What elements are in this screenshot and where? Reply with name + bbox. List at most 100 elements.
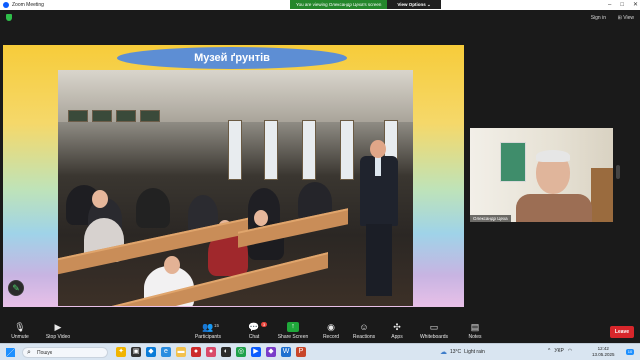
notes-label: Notes — [468, 334, 482, 340]
photo-lecturer — [356, 140, 400, 300]
unmute-label: Unmute — [11, 334, 29, 340]
widgets-icon[interactable]: ✦ — [116, 347, 126, 357]
photo-window — [228, 120, 242, 180]
view-button[interactable]: ⊞ View — [618, 15, 634, 21]
copilot-icon[interactable]: ◆ — [146, 347, 156, 357]
weather-description: Light rain — [464, 349, 485, 355]
word-icon[interactable]: W — [281, 347, 291, 357]
chat-button[interactable]: 💬 3 Chat — [234, 322, 274, 340]
app-icon[interactable]: ◆ — [266, 347, 276, 357]
maximize-button[interactable]: □ — [620, 1, 624, 9]
language-indicator[interactable]: УКР — [554, 348, 563, 354]
video-camera-icon: ▶ — [54, 322, 62, 332]
participant-torso — [516, 194, 592, 222]
photo-wall-panel — [92, 110, 112, 122]
photo-student-head — [164, 256, 180, 274]
rain-cloud-icon: ☁ — [440, 349, 447, 356]
slide-title: Музей ґрунтів — [117, 47, 347, 69]
lecturer-head — [370, 140, 386, 158]
photo-wall-panel — [140, 110, 160, 122]
zoom-logo-icon — [3, 2, 9, 8]
meeting-toolbar: 🎙 Unmute ▶ Stop Video 👥 15 Participants … — [0, 319, 640, 343]
chat-unread-badge: 3 — [261, 322, 268, 327]
stop-video-button[interactable]: ▶ Stop Video — [38, 322, 78, 340]
participant-hair — [536, 150, 570, 162]
notes-icon: ▤ — [470, 322, 480, 332]
app-icon[interactable]: ● — [206, 347, 216, 357]
search-placeholder: Пошук — [37, 350, 53, 356]
shared-screen: Музей ґрунтів — [3, 45, 464, 307]
whiteboards-label: Whiteboards — [419, 334, 449, 340]
minimize-button[interactable]: – — [608, 1, 611, 9]
window-title: Zoom Meeting — [12, 2, 44, 8]
app-icon[interactable]: ● — [191, 347, 201, 357]
annotate-pencil-icon[interactable]: ✎ — [8, 280, 24, 296]
shield-icon[interactable] — [6, 14, 12, 21]
participant-video[interactable]: Олександр Цеха — [470, 128, 613, 222]
sign-in-link[interactable]: Sign in — [591, 15, 606, 21]
participant-name-tag: Олександр Цеха — [470, 215, 511, 222]
apps-button[interactable]: ✣ Apps — [377, 322, 417, 340]
file-explorer-icon[interactable]: ▬ — [176, 347, 186, 357]
apps-label: Apps — [391, 334, 403, 340]
participants-label: Participants — [194, 334, 222, 340]
chat-bubble-icon: 💬 — [248, 322, 260, 332]
search-icon: ⌕ — [27, 349, 31, 356]
task-view-icon[interactable]: ▣ — [131, 347, 141, 357]
windows-start-icon[interactable] — [6, 348, 15, 357]
share-screen-icon: ↑ — [287, 322, 299, 332]
apps-icon: ✣ — [393, 322, 401, 332]
video-wall-poster — [500, 142, 526, 182]
lecturer-shirt — [375, 156, 381, 176]
stop-video-label: Stop Video — [45, 334, 71, 340]
chat-label: Chat — [248, 334, 260, 340]
chrome-icon[interactable]: ◎ — [236, 347, 246, 357]
unmute-button[interactable]: 🎙 Unmute — [0, 322, 40, 340]
video-cabinet — [591, 168, 613, 222]
video-panel-handle[interactable] — [616, 165, 620, 179]
microphone-muted-icon: 🎙 — [14, 322, 26, 332]
photo-student-head — [254, 210, 268, 226]
leave-button[interactable]: Leave — [610, 326, 634, 338]
smiley-icon: ☺ — [359, 322, 369, 332]
participants-icon: 👥 — [202, 322, 214, 332]
taskbar-pinned-apps: ✦ ▣ ◆ e ▬ ● ● ◐ ◎ ▶ ◆ W P — [116, 347, 306, 357]
notifications-badge[interactable]: 10 — [626, 349, 634, 355]
close-button[interactable]: ✕ — [633, 1, 638, 9]
notes-button[interactable]: ▤ Notes — [455, 322, 495, 340]
view-banner: You are viewing Олександр Цеха's screen … — [290, 0, 441, 9]
photo-wall-panel — [116, 110, 136, 122]
participants-button[interactable]: 👥 15 Participants — [188, 322, 228, 340]
window-controls: – □ ✕ — [608, 1, 638, 9]
classroom-photo — [58, 70, 413, 306]
participants-count: 15 — [214, 323, 220, 328]
meeting-topbar: Sign in ⊞ View — [0, 10, 640, 26]
photo-student — [136, 188, 170, 228]
zoom-app-icon[interactable]: ▶ — [251, 347, 261, 357]
weather-widget[interactable]: ☁ 13°C Light rain — [440, 348, 485, 356]
view-options-button[interactable]: View Options ⌄ — [387, 0, 441, 9]
powerpoint-icon[interactable]: P — [296, 347, 306, 357]
weather-temperature: 13°C — [450, 349, 462, 355]
wifi-icon[interactable]: ◠ — [568, 348, 572, 354]
edge-browser-icon[interactable]: e — [161, 347, 171, 357]
photo-wall-panel — [68, 110, 88, 122]
photo-window — [340, 120, 354, 180]
photo-student-head — [92, 190, 108, 208]
photo-window — [264, 120, 278, 180]
record-icon: ◉ — [327, 322, 335, 332]
taskbar-search-box[interactable]: ⌕ Пошук — [22, 347, 108, 358]
whiteboard-icon: ▭ — [429, 322, 439, 332]
share-screen-label: Share Screen — [277, 334, 309, 340]
whiteboards-button[interactable]: ▭ Whiteboards — [414, 322, 454, 340]
taskbar-clock[interactable]: 12:42 13.05.2025 — [592, 346, 615, 358]
os-taskbar: ⌕ Пошук ✦ ▣ ◆ e ▬ ● ● ◐ ◎ ▶ ◆ W P ☁ 13°C… — [0, 343, 640, 360]
clock-date: 13.05.2025 — [592, 352, 615, 357]
system-tray: ^ УКР ◠ — [548, 348, 572, 354]
photo-window — [302, 120, 316, 180]
app-icon[interactable]: ◐ — [221, 347, 231, 357]
share-screen-button[interactable]: ↑ Share Screen — [273, 322, 313, 340]
lecturer-legs — [366, 224, 392, 296]
viewing-message: You are viewing Олександр Цеха's screen — [290, 0, 388, 9]
tray-chevron-icon[interactable]: ^ — [548, 348, 550, 354]
